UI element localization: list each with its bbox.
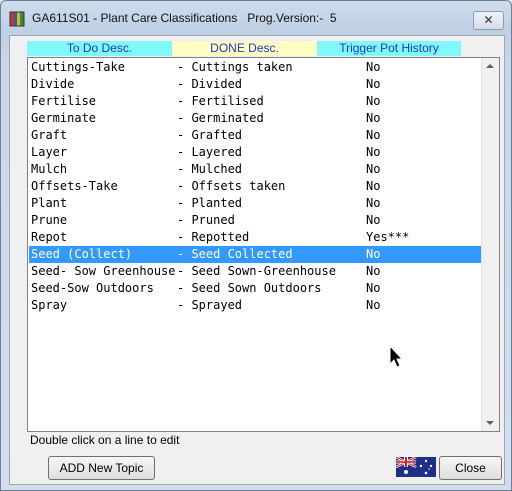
row-done-desc: - Offsets taken [177,179,286,193]
row-done-desc: - Seed Sown Outdoors [177,281,322,295]
app-window: GA611S01 - Plant Care Classifications Pr… [0,0,512,491]
vertical-scrollbar[interactable] [481,58,499,431]
list-row[interactable]: Fertilise - Fertilised No [29,93,482,110]
row-done-desc: - Grafted [177,128,243,142]
mouse-pointer-icon [389,345,403,368]
list-row[interactable]: Divide - Divided No [29,76,482,93]
row-trigger-value: No [366,281,381,295]
row-trigger-value: No [366,196,381,210]
list-row[interactable]: Cuttings-Take - Cuttings taken No [29,59,482,76]
row-todo-desc: Seed- Sow Greenhouse [31,264,176,278]
title-bar[interactable]: GA611S01 - Plant Care Classifications Pr… [1,1,511,35]
list-row[interactable]: Offsets-Take - Offsets taken No [29,178,482,195]
classification-list[interactable]: Cuttings-Take - Cuttings taken No Divide - D… [27,57,500,432]
row-todo-desc: Seed (Collect) [31,247,133,261]
row-trigger-value: No [366,162,381,176]
row-done-desc: - Seed Sown-Greenhouse [177,264,336,278]
row-todo-desc: Offsets-Take [31,179,118,193]
column-header-trigger: Trigger Pot History [317,41,461,56]
row-done-desc: - Mulched [177,162,243,176]
row-todo-desc: Divide [31,77,75,91]
row-done-desc: - Germinated [177,111,264,125]
row-todo-desc: Plant [31,196,68,210]
list-row[interactable]: Seed- Sow Greenhouse - Seed Sown-Greenhou… [29,263,482,280]
list-row[interactable]: Layer - Layered No [29,144,482,161]
row-done-desc: - Pruned [177,213,235,227]
row-done-desc: - Planted [177,196,243,210]
scroll-down-icon[interactable] [486,421,494,425]
list-row[interactable]: Graft - Grafted No [29,127,482,144]
list-row[interactable]: Mulch - Mulched No [29,161,482,178]
row-todo-desc: Layer [31,145,68,159]
row-done-desc: - Cuttings taken [177,60,293,74]
list-row[interactable]: Seed (Collect) - Seed Collected No [29,246,482,263]
list-row[interactable]: Plant - Planted No [29,195,482,212]
row-done-desc: - Sprayed [177,298,243,312]
row-trigger-value: No [366,60,381,74]
row-done-desc: - Divided [177,77,243,91]
row-trigger-value: No [366,145,381,159]
row-trigger-value: No [366,298,381,312]
edit-hint: Double click on a line to edit [30,433,180,447]
list-row[interactable]: Germinate - Germinated No [29,110,482,127]
row-trigger-value: No [366,264,381,278]
row-done-desc: - Seed Collected [177,247,293,261]
row-done-desc: - Repotted [177,230,250,244]
row-trigger-value: No [366,111,381,125]
row-trigger-value: Yes*** [366,230,410,244]
column-header-todo: To Do Desc. [27,41,172,56]
row-trigger-value: No [366,94,381,108]
row-todo-desc: Spray [31,298,68,312]
row-todo-desc: Repot [31,230,68,244]
row-todo-desc: Cuttings-Take [31,60,125,74]
row-trigger-value: No [366,179,381,193]
row-todo-desc: Seed-Sow Outdoors [31,281,154,295]
row-trigger-value: No [366,77,381,91]
row-todo-desc: Germinate [31,111,97,125]
row-trigger-value: No [366,128,381,142]
add-new-topic-button[interactable]: ADD New Topic [48,456,155,480]
list-rows: Cuttings-Take - Cuttings taken No Divide - D… [29,59,482,314]
row-trigger-value: No [366,247,381,261]
row-todo-desc: Mulch [31,162,68,176]
client-area: To Do Desc. DONE Desc. Trigger Pot Histo… [9,35,505,485]
list-row[interactable]: Seed-Sow Outdoors - Seed Sown Outdoors No [29,280,482,297]
row-todo-desc: Graft [31,128,68,142]
list-row[interactable]: Repot - Repotted Yes*** [29,229,482,246]
app-icon [9,11,25,27]
row-done-desc: - Fertilised [177,94,264,108]
australian-flag-icon[interactable] [396,457,436,477]
row-trigger-value: No [366,213,381,227]
window-close-button[interactable]: ✕ [473,11,504,30]
scroll-up-icon[interactable] [486,64,494,68]
row-todo-desc: Fertilise [31,94,97,108]
window-title: GA611S01 - Plant Care Classifications Pr… [32,11,337,25]
list-row[interactable]: Prune - Pruned No [29,212,482,229]
row-todo-desc: Prune [31,213,68,227]
row-done-desc: - Layered [177,145,243,159]
column-header-done: DONE Desc. [172,41,317,56]
list-row[interactable]: Spray - Sprayed No [29,297,482,314]
close-button[interactable]: Close [439,456,502,480]
